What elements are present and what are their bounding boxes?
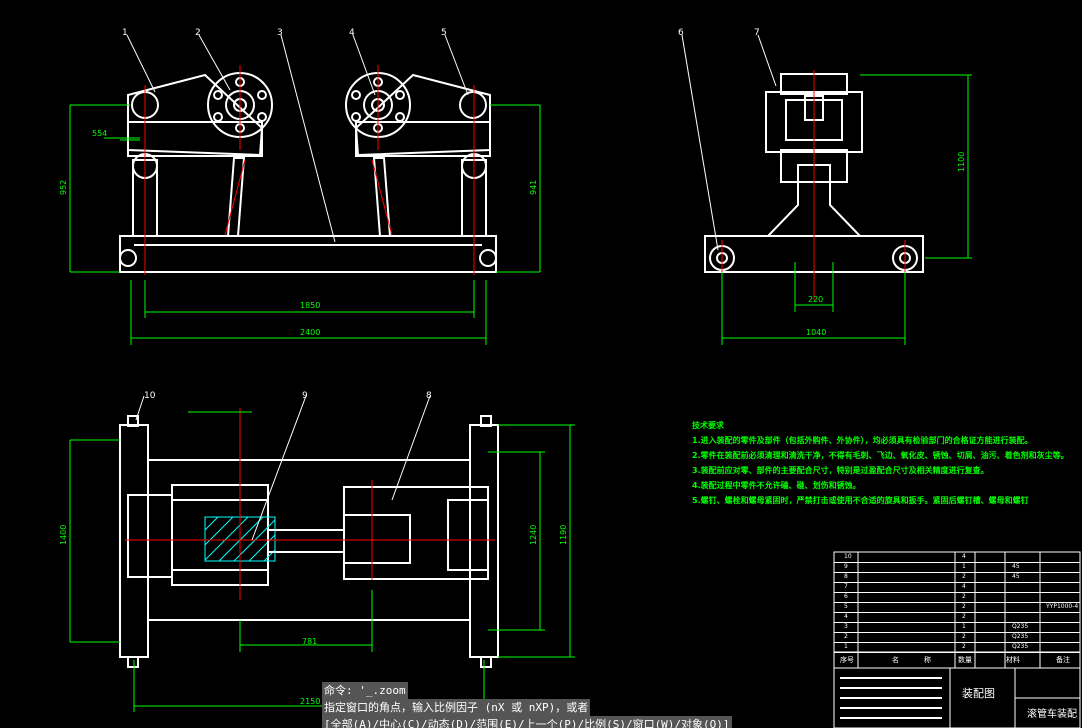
dim-2400: 2400 (300, 328, 320, 337)
base-beam[interactable] (119, 235, 497, 273)
parts-list-no: 7 (844, 583, 848, 590)
parts-list-mat: 45 (1012, 563, 1020, 570)
parts-list-no: 5 (844, 603, 848, 610)
balloon-7: 7 (754, 28, 760, 38)
drawing-name: 滚管车装配 (1027, 709, 1077, 720)
parts-list-mat: 45 (1012, 573, 1020, 580)
balloon-2: 2 (195, 28, 201, 38)
balloon-4: 4 (349, 28, 355, 38)
parts-list-no: 9 (844, 563, 848, 570)
left-roller-frame[interactable] (127, 73, 264, 157)
command-line-1: 命令: '_.zoom (322, 682, 408, 699)
dim-1190: 1190 (559, 525, 568, 545)
header-material: 材料 (1006, 656, 1020, 664)
dim-941: 941 (529, 180, 538, 195)
parts-list-qty: 2 (962, 593, 966, 600)
dim-1240: 1240 (529, 525, 538, 545)
header-note: 备注 (1056, 656, 1070, 664)
balloon-10: 10 (144, 391, 156, 401)
parts-list-no: 8 (844, 573, 848, 580)
parts-list-qty: 2 (962, 633, 966, 640)
drawing-label: 装配图 (962, 687, 995, 700)
parts-list-no: 2 (844, 633, 848, 640)
plan-view: 10 9 8 1400 1240 1190 781 2150 (59, 391, 575, 712)
parts-list-mat: Q235 (1012, 633, 1029, 640)
command-line[interactable]: 命令: '_.zoom 指定窗口的角点，输入比例因子 (nX 或 nXP)，或者… (322, 682, 732, 728)
dim-1100: 1100 (957, 152, 966, 172)
header-name-1: 名 (892, 656, 899, 664)
parts-list-mat: Q235 (1012, 643, 1029, 650)
tech-item-4: 4.装配过程中零件不允许磕、碰、划伤和锈蚀。 (692, 481, 861, 490)
parts-list-qty: 2 (962, 613, 966, 620)
front-wheel-left[interactable] (119, 249, 137, 267)
front-view: 1 2 3 4 5 554 952 941 1850 2400 (59, 28, 541, 345)
cad-drawing-canvas[interactable]: { "drawing": { "front_view": { "balloons… (0, 0, 1082, 728)
dim-1850: 1850 (300, 301, 320, 310)
balloon-1: 1 (122, 28, 128, 38)
parts-list-no: 6 (844, 593, 848, 600)
balloon-9: 9 (302, 391, 308, 401)
dim-220: 220 (808, 295, 823, 304)
balloon-5: 5 (441, 28, 447, 38)
command-line-3: [全部(A)/中心(C)/动态(D)/范围(E)/上一个(P)/比例(S)/窗口… (322, 716, 732, 728)
parts-list-qty: 2 (962, 573, 966, 580)
parts-list-qty: 4 (962, 553, 966, 560)
tech-item-5: 5.螺钉、螺栓和螺母紧固时，严禁打击或使用不合适的旋具和扳手。紧固后螺钉槽、螺母… (692, 496, 1029, 505)
parts-list-qty: 4 (962, 583, 966, 590)
balloon-3: 3 (277, 28, 283, 38)
parts-list-no: 10 (844, 553, 852, 560)
right-roller-frame[interactable] (354, 73, 491, 157)
parts-list-no: 4 (844, 613, 848, 620)
parts-list-no: 1 (844, 643, 848, 650)
parts-list-note: YYP1000-4 (1046, 603, 1079, 610)
command-line-2: 指定窗口的角点，输入比例因子 (nX 或 nXP)，或者 (322, 699, 591, 716)
tech-requirements: 技术要求 1.进入装配的零件及部件（包括外购件、外协件），均必须具有检验部门的合… (692, 418, 1069, 508)
parts-list-qty: 1 (962, 563, 966, 570)
dim-1400: 1400 (59, 525, 68, 545)
header-qty: 数量 (958, 656, 972, 664)
header-name-2: 称 (924, 656, 931, 664)
dim-554: 554 (92, 129, 107, 138)
parts-list-qty: 2 (962, 603, 966, 610)
parts-list-row: 1 2 Q235 (834, 642, 1080, 653)
tech-title: 技术要求 (692, 421, 724, 430)
side-view: 6 7 1100 220 1040 (678, 28, 972, 345)
parts-list-no: 3 (844, 623, 848, 630)
parts-list-qty: 2 (962, 643, 966, 650)
parts-list-mat: Q235 (1012, 623, 1029, 630)
front-wheel-right[interactable] (479, 249, 497, 267)
balloon-6: 6 (678, 28, 684, 38)
tech-item-1: 1.进入装配的零件及部件（包括外购件、外协件），均必须具有检验部门的合格证方能进… (692, 436, 1033, 445)
balloon-8: 8 (426, 391, 432, 401)
plan-left-beam[interactable] (119, 424, 149, 658)
dim-781: 781 (302, 637, 317, 646)
header-no: 序号 (840, 656, 854, 664)
plan-right-beam[interactable] (469, 424, 499, 658)
tech-item-2: 2.零件在装配前必须清理和清洗干净，不得有毛刺、飞边、氧化皮、锈蚀、切屑、油污、… (692, 451, 1069, 460)
dim-952: 952 (59, 180, 68, 195)
left-cylinder[interactable] (226, 157, 246, 237)
dim-2150: 2150 (300, 697, 320, 706)
tech-item-3: 3.装配前应对零、部件的主要配合尺寸，特别是过盈配合尺寸及相关精度进行复查。 (692, 466, 989, 475)
dim-1040: 1040 (806, 328, 826, 337)
parts-list-qty: 1 (962, 623, 966, 630)
